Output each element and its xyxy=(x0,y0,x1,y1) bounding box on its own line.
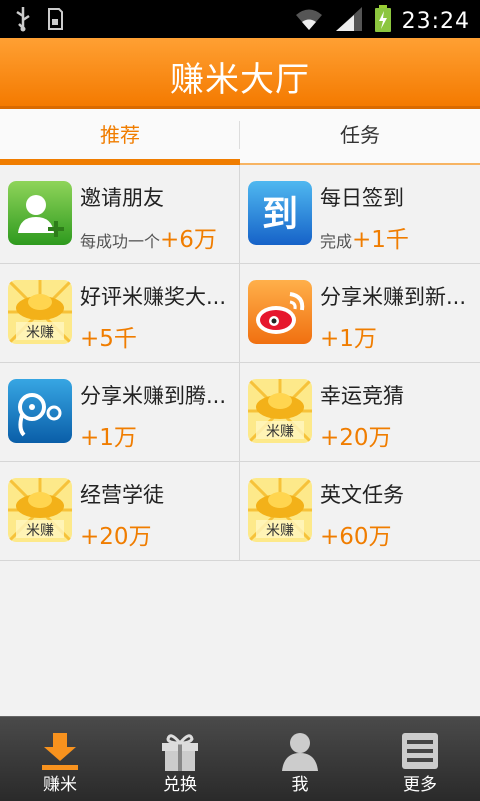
task-reward: +60万 xyxy=(320,524,392,550)
weibo-icon xyxy=(248,280,312,344)
task-name: 分享米赚到新... xyxy=(320,285,467,309)
nav-me[interactable]: 我 xyxy=(240,717,360,801)
checkin-icon-text: 到 xyxy=(262,194,298,235)
task-name: 每日签到 xyxy=(320,186,404,210)
battery-charging-icon xyxy=(374,5,392,37)
tencent-weibo-icon xyxy=(8,379,72,443)
download-icon xyxy=(38,729,82,773)
nav-label: 赚米 xyxy=(43,775,77,795)
task-name: 邀请朋友 xyxy=(80,186,164,210)
nav-label: 兑换 xyxy=(163,775,197,795)
task-item-checkin[interactable]: 到 每日签到 完成+1千 xyxy=(240,165,480,264)
signal-icon xyxy=(334,6,364,36)
tab-divider xyxy=(239,121,240,149)
task-item-share-sina[interactable]: 分享米赚到新... +1万 xyxy=(240,264,480,363)
task-name: 幸运竞猜 xyxy=(320,384,404,408)
task-name: 好评米赚奖大... xyxy=(80,285,227,309)
gift-icon xyxy=(158,729,202,773)
task-name: 经营学徒 xyxy=(80,483,164,507)
task-item-invite[interactable]: 邀请朋友 每成功一个+6万 xyxy=(0,165,240,264)
icon-label: 米赚 xyxy=(266,424,294,440)
menu-list-icon xyxy=(398,729,442,773)
nav-earn[interactable]: 赚米 xyxy=(0,717,120,801)
nav-label: 我 xyxy=(291,775,309,795)
tab-recommended[interactable]: 推荐 xyxy=(0,109,240,165)
task-reward: +20万 xyxy=(80,524,152,550)
tab-tasks[interactable]: 任务 xyxy=(240,109,480,165)
mizhuan-gold-icon: 米赚 xyxy=(248,478,312,542)
nav-label: 更多 xyxy=(403,775,437,795)
task-reward: +5千 xyxy=(80,326,137,352)
task-reward: +1万 xyxy=(320,326,377,352)
task-item-english[interactable]: 米赚 英文任务 +60万 xyxy=(240,462,480,561)
icon-label: 米赚 xyxy=(26,523,54,539)
mizhuan-gold-icon: 米赚 xyxy=(248,379,312,443)
status-time: 23:24 xyxy=(401,8,470,34)
task-desc: 完成 xyxy=(320,232,353,251)
daily-checkin-icon: 到 xyxy=(248,181,312,245)
usb-icon xyxy=(14,6,32,36)
task-reward: +1千 xyxy=(352,227,409,253)
sd-card-icon xyxy=(46,7,64,35)
task-grid: 邀请朋友 每成功一个+6万 到 每日签到 完成+1千 米赚 好评米赚奖大... … xyxy=(0,165,480,561)
user-icon xyxy=(278,729,322,773)
tab-bar: 推荐 任务 xyxy=(0,109,480,165)
bottom-nav: 赚米 兑换 我 更多 xyxy=(0,716,480,801)
invite-friend-icon xyxy=(8,181,72,245)
task-item-share-tencent[interactable]: 分享米赚到腾... +1万 xyxy=(0,363,240,462)
task-item-review[interactable]: 米赚 好评米赚奖大... +5千 xyxy=(0,264,240,363)
task-name: 英文任务 xyxy=(320,483,404,507)
mizhuan-gold-icon: 米赚 xyxy=(8,478,72,542)
task-desc: 每成功一个 xyxy=(80,232,161,251)
task-item-apprentice[interactable]: 米赚 经营学徒 +20万 xyxy=(0,462,240,561)
page-title: 赚米大厅 xyxy=(170,60,310,100)
wifi-icon xyxy=(294,6,324,36)
task-reward: +20万 xyxy=(320,425,392,451)
task-reward: +6万 xyxy=(160,227,217,253)
nav-more[interactable]: 更多 xyxy=(360,717,480,801)
task-name: 分享米赚到腾... xyxy=(80,384,227,408)
status-bar: 23:24 xyxy=(0,0,480,38)
app-header: 赚米大厅 xyxy=(0,38,480,109)
icon-label: 米赚 xyxy=(266,523,294,539)
mizhuan-gold-icon: 米赚 xyxy=(8,280,72,344)
task-reward: +1万 xyxy=(80,425,137,451)
icon-label: 米赚 xyxy=(26,325,54,341)
task-item-lucky-guess[interactable]: 米赚 幸运竞猜 +20万 xyxy=(240,363,480,462)
nav-exchange[interactable]: 兑换 xyxy=(120,717,240,801)
